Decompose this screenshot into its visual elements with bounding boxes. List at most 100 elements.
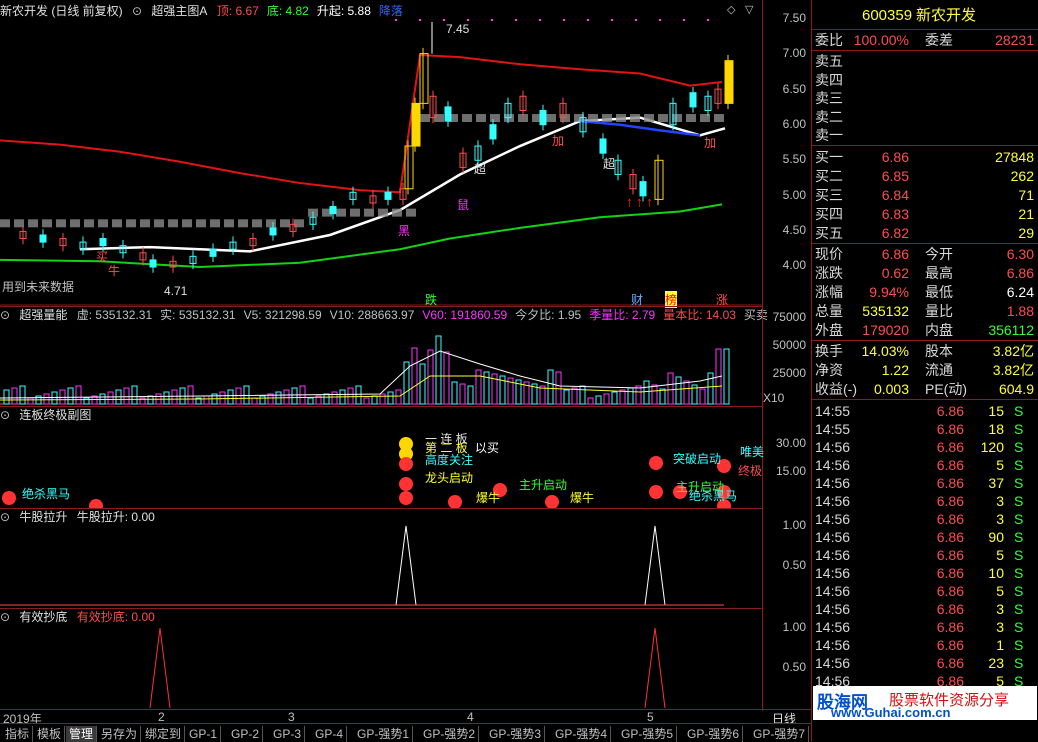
lianban-pane[interactable]: ⊙ 连板终极副图 30.00 15.00 绝杀黑马 一 连 板 第 二 板 以买 …: [0, 406, 811, 508]
stat2-row-0-value: 14.03%: [861, 343, 909, 359]
weicha-value: 28231: [995, 32, 1034, 48]
tab-0[interactable]: 指标: [2, 726, 34, 742]
sell-row-5: 卖五: [812, 52, 1038, 70]
volume-bar: [411, 347, 418, 405]
ma-green-line: [0, 203, 723, 269]
volume-bar: [379, 393, 386, 405]
tab-13[interactable]: GP-强势5: [618, 726, 678, 742]
volume-bar: [19, 385, 26, 405]
ma-blue-line: [579, 119, 701, 137]
volume-bar: [675, 376, 682, 405]
cloud-block: [238, 219, 248, 228]
candle-body: [39, 234, 47, 243]
chaodi-tick-1: 1.00: [782, 620, 806, 634]
main-chart-pane[interactable]: 新农开发 (日线 前复权) ⊙ 超强主图A 顶: 6.67 底: 4.82 升起: …: [0, 0, 811, 308]
tab-12[interactable]: GP-强势4: [552, 726, 612, 742]
volume-bar: [603, 393, 610, 405]
cloud-block: [210, 219, 220, 228]
cloud-block: [182, 219, 192, 228]
stat2-row-0: 换手 14.03% 股本 3.82亿: [812, 342, 1038, 360]
dot-marker: [515, 19, 517, 21]
buy-row-5-value2: 29: [1018, 225, 1034, 241]
cloud-block: [280, 219, 290, 228]
tab-8[interactable]: GP-4: [312, 726, 348, 742]
label-tupo: 突破启动: [673, 452, 722, 466]
stat-row-4-value: 179020: [862, 322, 909, 338]
marker-chao-2: 超: [603, 157, 616, 171]
volume-bar: [627, 387, 634, 405]
tab-4[interactable]: 绑定到: [142, 726, 186, 742]
volume-bar: [227, 389, 234, 405]
stat-row-1-label: 涨跌: [815, 265, 843, 281]
stat2-row-0-label2: 股本: [925, 343, 953, 359]
dot-marker: [587, 19, 589, 21]
stat-row-1-value: 0.62: [881, 265, 909, 281]
tab-9[interactable]: GP-强势1: [354, 726, 414, 742]
label-zhongji: 终极: [738, 464, 763, 478]
tab-5[interactable]: GP-1: [186, 726, 222, 742]
volume-bar: [587, 397, 594, 405]
signal-ball-icon: [399, 457, 413, 471]
volume-bar: [123, 387, 130, 405]
marker-hei: 黑: [398, 224, 411, 238]
dot-marker: [563, 19, 565, 21]
stat2-row-2-label2: PE(动): [925, 381, 967, 397]
tab-3[interactable]: 另存为: [98, 726, 142, 742]
buy-row-2-value2: 262: [1010, 168, 1034, 184]
signal-ball-icon: [2, 491, 16, 505]
stat2-row-1: 净资 1.22 流通 3.82亿: [812, 361, 1038, 379]
cloud-block: [336, 208, 346, 217]
label-weimei: 唯美: [740, 445, 765, 459]
stat-row-1-value2: 6.86: [1006, 265, 1034, 281]
candle-body: [419, 53, 429, 104]
volume-bar: [67, 387, 74, 405]
candle-body: [654, 159, 664, 200]
volume-bar: [107, 391, 114, 405]
label-guanzhu: 高度关注: [425, 453, 474, 467]
cloud-block: [588, 114, 598, 123]
tab-14[interactable]: GP-强势6: [684, 726, 744, 742]
x-axis-month-4: 4: [467, 710, 474, 724]
buy-row-3-value: 6.84: [881, 187, 909, 203]
tab-6[interactable]: GP-2: [228, 726, 264, 742]
stat2-row-2-value: 0.003: [873, 381, 909, 397]
volume-pane[interactable]: ⊙ 超强量能 虚: 535132.31 实: 535132.31 V5: 32129…: [0, 306, 811, 406]
volume-bar: [307, 397, 314, 405]
cloud-block: [98, 219, 108, 228]
tick-row: 14:566.863S: [815, 511, 1024, 527]
sell-row-4-label: 卖四: [815, 71, 843, 88]
tab-2[interactable]: 管理: [66, 726, 98, 742]
cloud-block: [42, 219, 52, 228]
niugu-pane[interactable]: ⊙ 牛股拉升 牛股拉升: 0.00 1.00 0.50: [0, 508, 811, 608]
volume-bar: [291, 387, 298, 405]
price-tick: 7.50: [782, 11, 806, 25]
niugu-tick-1: 1.00: [782, 518, 806, 532]
volume-bar: [83, 397, 90, 405]
chaodi-spike-1: [149, 627, 171, 709]
tick-row: 14:56 6.86 37 S: [815, 475, 1024, 491]
marker-jia: 加: [552, 134, 565, 148]
tab-1[interactable]: 模板: [34, 726, 66, 742]
tab-11[interactable]: GP-强势3: [486, 726, 546, 742]
tab-7[interactable]: GP-3: [270, 726, 306, 742]
watermark-banner: 股海网 股票软件资源分享 www.Guhai.com.cn: [813, 686, 1037, 720]
tab-15[interactable]: GP-强势7: [750, 726, 810, 742]
volume-bar: [51, 391, 58, 405]
candle-body: [689, 92, 697, 108]
x-axis: 2019年 2 3 4 5 日线: [0, 709, 811, 726]
cloud-block: [406, 208, 416, 217]
volume-bar: [667, 372, 674, 405]
cloud-block: [378, 208, 388, 217]
chaodi-pane[interactable]: ⊙ 有效抄底 有效抄底: 0.00 1.00 0.50: [0, 608, 811, 711]
volume-bar: [347, 387, 354, 405]
signal-ball-icon: [649, 456, 663, 470]
stat-row-0-label: 现价: [815, 246, 843, 262]
volume-bar: [27, 397, 34, 405]
tick-row: 14:56 6.86 90 S: [815, 529, 1024, 545]
cloud-block: [686, 114, 696, 123]
stat2-row-0-value2: 3.82亿: [992, 343, 1034, 359]
tick-row: 14:56 6.86 10 S: [815, 565, 1024, 581]
tab-10[interactable]: GP-强势2: [420, 726, 480, 742]
cloud-block: [168, 219, 178, 228]
sell-row-3: 卖三: [812, 89, 1038, 107]
